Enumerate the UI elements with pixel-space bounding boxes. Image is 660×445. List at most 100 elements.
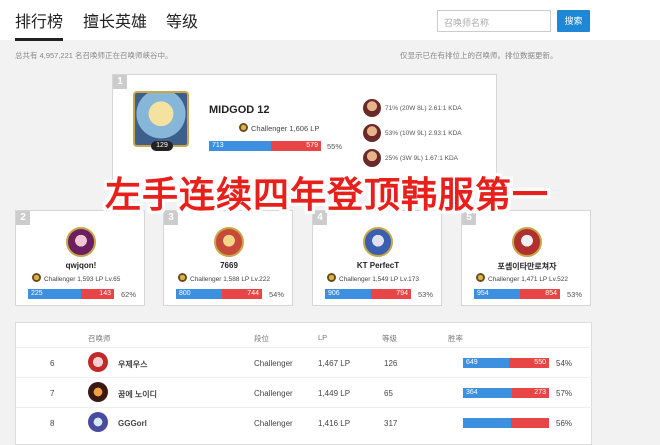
search-button[interactable]: 搜索 [557, 10, 590, 32]
summoner-name[interactable]: 포셉이타만로쳐자 [462, 261, 592, 272]
tier-info: Challenger 1,588 LP Lv.222 [178, 273, 270, 283]
summoner-name[interactable]: MIDGOD 12 [209, 104, 270, 116]
wins-segment: 649 [463, 358, 510, 368]
overlay-caption: 左手连续四年登顶韩服第一 [104, 175, 549, 216]
losses-segment: 550 [509, 358, 549, 368]
rank-5-card[interactable]: 5 포셉이타만로쳐자 Challenger 1,471 LP Lv.522 95… [461, 210, 591, 306]
summoner-avatar [512, 227, 542, 257]
row-name[interactable]: 우제우스 [118, 359, 147, 370]
wins-segment [463, 418, 512, 428]
challenger-icon [32, 273, 41, 282]
row-level: 126 [384, 359, 398, 368]
row-rank: 8 [50, 419, 55, 428]
losses-segment: 143 [81, 289, 114, 299]
header-summoner: 召唤师 [88, 334, 111, 343]
winloss-bar: 906 794 [325, 289, 411, 299]
header-tier: 段位 [254, 334, 269, 343]
challenger-icon [476, 273, 485, 282]
ranking-table: 召唤师 段位 LP 等级 胜率 6 우제우스 Challenger 1,467 … [15, 322, 593, 445]
summoner-name[interactable]: 7669 [164, 261, 294, 270]
table-row[interactable]: 7 꿈에 노이디 Challenger 1,449 LP 65 364 273 … [16, 377, 593, 407]
challenger-icon [239, 123, 248, 132]
tier-info: Challenger 1,606 LP [239, 123, 319, 133]
win-percent: 62% [121, 290, 137, 299]
champion-stat: 71% (20W 8L) 2.61:1 KDA [385, 105, 462, 112]
winloss-bar: 225 143 [28, 289, 114, 299]
wins-segment: 906 [325, 289, 371, 299]
summoner-avatar [88, 352, 108, 372]
summoner-avatar [88, 382, 108, 402]
row-tier: Challenger [254, 389, 293, 398]
tier-text: Challenger 1,588 LP Lv.222 [190, 276, 270, 283]
losses-segment [511, 418, 549, 428]
tier-info: Challenger 1,471 LP Lv.522 [476, 273, 568, 283]
table-row[interactable]: 6 우제우스 Challenger 1,467 LP 126 649 550 5… [16, 347, 593, 377]
tab-champions[interactable]: 擅长英雄 [83, 8, 147, 32]
champion-icon [363, 124, 381, 142]
tier-text: Challenger 1,606 LP [251, 124, 320, 133]
row-rank: 6 [50, 359, 55, 368]
row-tier: Challenger [254, 419, 293, 428]
row-pct: 56% [556, 419, 573, 428]
win-percent: 54% [269, 290, 285, 299]
winloss-bar: 954 854 [474, 289, 560, 299]
winloss-bar: 649 550 [463, 358, 549, 368]
tab-leaderboard[interactable]: 排行榜 [15, 8, 64, 41]
losses-segment: 744 [222, 289, 262, 299]
tier-text: Challenger 1,471 LP Lv.522 [488, 276, 568, 283]
rank-2-card[interactable]: 2 qwjqon! Challenger 1,593 LP Lv.65 225 … [15, 210, 145, 306]
losses-segment: 273 [512, 388, 549, 398]
win-percent: 53% [567, 290, 583, 299]
row-level: 317 [384, 419, 398, 428]
summoner-avatar [214, 227, 244, 257]
tier-info: Challenger 1,549 LP Lv.173 [327, 273, 419, 283]
row-pct: 54% [556, 359, 573, 368]
wins-segment: 225 [28, 289, 82, 299]
champion-icon [363, 99, 381, 117]
row-tier: Challenger [254, 359, 293, 368]
losses-segment: 579 [270, 141, 321, 151]
rank-badge: 1 [113, 75, 127, 89]
ranking-note-text: 仅显示已在有排位上的召唤师。排位数据更新。 [400, 51, 558, 60]
losses-segment: 794 [370, 289, 411, 299]
win-percent: 55% [327, 142, 343, 151]
summoner-avatar [66, 227, 96, 257]
challenger-icon [327, 273, 336, 282]
row-lp: 1,449 LP [318, 389, 351, 398]
tier-text: Challenger 1,549 LP Lv.173 [339, 276, 419, 283]
rank-badge: 2 [16, 211, 30, 225]
top-navigation: 排行榜 擅长英雄 等级 召唤师名称 搜索 [0, 0, 660, 41]
rank-4-card[interactable]: 4 KT PerfecT Challenger 1,549 LP Lv.173 … [312, 210, 442, 306]
row-lp: 1,467 LP [318, 359, 351, 368]
row-name[interactable]: GGGorl [118, 419, 147, 428]
winloss-bar [463, 418, 549, 428]
champion-stat: 25% (3W 9L) 1.67:1 KDA [385, 155, 458, 162]
summoner-name[interactable]: qwjqon! [16, 261, 146, 270]
winloss-bar: 800 744 [176, 289, 262, 299]
row-name[interactable]: 꿈에 노이디 [118, 389, 157, 400]
wins-segment: 800 [176, 289, 223, 299]
winloss-bar: 713 579 [209, 141, 321, 151]
summoner-name[interactable]: KT PerfecT [313, 261, 443, 270]
challenger-icon [178, 273, 187, 282]
table-row[interactable]: 8 GGGorl Challenger 1,416 LP 317 56% [16, 407, 593, 437]
tab-level[interactable]: 等级 [166, 8, 198, 32]
level-badge: 129 [151, 141, 173, 151]
champion-icon [363, 149, 381, 167]
row-lp: 1,416 LP [318, 419, 351, 428]
summoner-count-text: 总共有 4,957,221 名召唤师正在召唤师峡谷中。 [15, 51, 173, 60]
rank-3-card[interactable]: 3 7669 Challenger 1,588 LP Lv.222 800 74… [163, 210, 293, 306]
header-winrate: 胜率 [448, 334, 463, 343]
header-level: 等级 [382, 334, 397, 343]
summoner-avatar [363, 227, 393, 257]
search-input[interactable]: 召唤师名称 [437, 10, 551, 32]
wins-segment: 954 [474, 289, 520, 299]
wins-segment: 364 [463, 388, 513, 398]
tier-text: Challenger 1,593 LP Lv.65 [44, 276, 121, 283]
tier-info: Challenger 1,593 LP Lv.65 [32, 273, 120, 283]
wins-segment: 713 [209, 141, 271, 151]
losses-segment: 854 [519, 289, 560, 299]
header-lp: LP [318, 333, 328, 342]
summoner-avatar [88, 412, 108, 432]
win-percent: 53% [418, 290, 434, 299]
